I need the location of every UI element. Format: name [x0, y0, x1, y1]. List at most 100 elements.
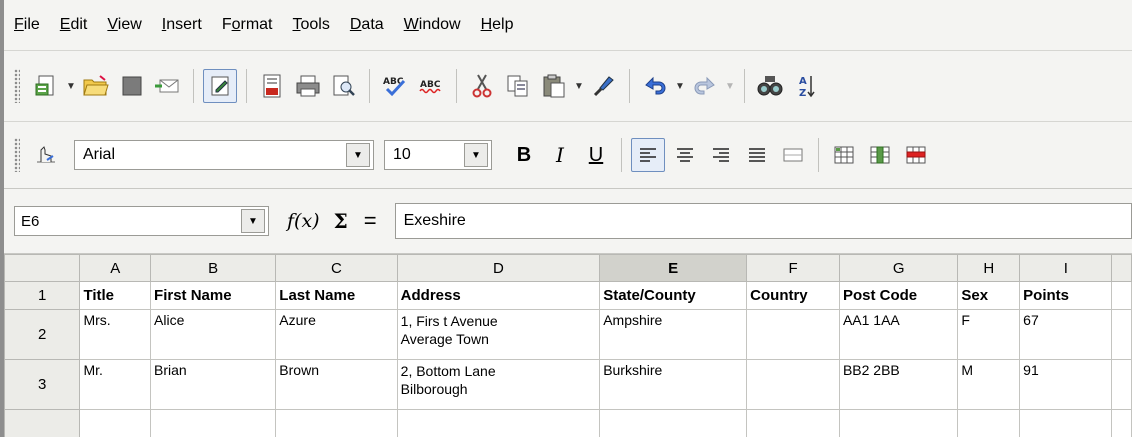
spellcheck-icon[interactable]: ABC: [379, 70, 411, 102]
menu-item[interactable]: Window: [394, 10, 471, 40]
page-preview-icon[interactable]: [328, 70, 360, 102]
italic-button[interactable]: I: [544, 139, 576, 171]
spreadsheet-grid[interactable]: ABCDEFGHI 1 Title First Name Last Name Addre…: [4, 254, 1132, 437]
cell[interactable]: Address: [396, 281, 601, 310]
autospellcheck-icon[interactable]: ABC: [415, 70, 447, 102]
cell[interactable]: 2, Bottom Lane Bilborough: [396, 359, 601, 410]
font-size-dropdown-icon[interactable]: ▼: [464, 143, 488, 167]
cell[interactable]: [1111, 359, 1132, 410]
cell[interactable]: [79, 409, 152, 437]
merge-cells-icon[interactable]: [777, 139, 809, 171]
cell[interactable]: Alice: [150, 309, 277, 360]
cell[interactable]: [746, 309, 840, 360]
cell[interactable]: [746, 359, 840, 410]
cell[interactable]: [1111, 309, 1132, 360]
column-header[interactable]: I: [1019, 254, 1113, 282]
menu-item[interactable]: Data: [340, 10, 394, 40]
sum-button[interactable]: Σ: [334, 209, 348, 233]
toolbar-grip[interactable]: [14, 69, 20, 103]
cell[interactable]: [746, 409, 840, 437]
paste-icon[interactable]: [538, 70, 570, 102]
new-dropdown-icon[interactable]: ▼: [64, 70, 78, 102]
copy-icon[interactable]: [502, 70, 534, 102]
menu-item[interactable]: Tools: [283, 10, 340, 40]
sort-ascending-icon[interactable]: AZ: [790, 70, 822, 102]
cell[interactable]: M: [957, 359, 1021, 410]
cell[interactable]: Azure: [275, 309, 398, 360]
cell[interactable]: BB2 2BB: [838, 359, 959, 410]
cell[interactable]: F: [957, 309, 1021, 360]
font-name-dropdown-icon[interactable]: ▼: [346, 143, 370, 167]
align-right-icon[interactable]: [705, 139, 737, 171]
column-header[interactable]: H: [957, 254, 1021, 282]
print-icon[interactable]: [292, 70, 324, 102]
font-size-combo[interactable]: 10 ▼: [384, 140, 492, 170]
navigator-binoculars-icon[interactable]: [754, 70, 786, 102]
row-header[interactable]: 1: [4, 281, 81, 310]
menu-item[interactable]: File: [4, 10, 50, 40]
cell[interactable]: Brown: [275, 359, 398, 410]
column-header[interactable]: A: [79, 254, 152, 282]
align-left-icon[interactable]: [631, 138, 665, 172]
cell[interactable]: [599, 409, 748, 437]
column-header[interactable]: G: [838, 254, 959, 282]
save-icon[interactable]: [116, 70, 148, 102]
cell[interactable]: Burkshire: [599, 359, 748, 410]
cell[interactable]: Mrs.: [79, 309, 152, 360]
menu-item[interactable]: View: [97, 10, 151, 40]
cell[interactable]: [1019, 409, 1113, 437]
column-header[interactable]: C: [275, 254, 398, 282]
menu-item[interactable]: Insert: [152, 10, 212, 40]
paste-dropdown-icon[interactable]: ▼: [572, 70, 586, 102]
column-header[interactable]: E: [599, 254, 748, 282]
column-header[interactable]: F: [746, 254, 840, 282]
cell[interactable]: [838, 409, 959, 437]
cell[interactable]: Last Name: [275, 281, 398, 310]
cell[interactable]: AA1 1AA: [838, 309, 959, 360]
toolbar-grip[interactable]: [14, 138, 20, 172]
new-document-icon[interactable]: [30, 70, 62, 102]
bold-button[interactable]: B: [508, 139, 540, 171]
cell[interactable]: [150, 409, 277, 437]
column-header[interactable]: D: [396, 254, 601, 282]
open-folder-icon[interactable]: [80, 70, 112, 102]
cell[interactable]: [1111, 281, 1132, 310]
cell[interactable]: Post Code: [838, 281, 959, 310]
row-header[interactable]: 2: [4, 309, 81, 360]
cell[interactable]: Ampshire: [599, 309, 748, 360]
redo-dropdown-icon[interactable]: ▼: [723, 70, 737, 102]
align-center-icon[interactable]: [669, 139, 701, 171]
name-box[interactable]: E6 ▼: [14, 206, 269, 236]
row-header[interactable]: 3: [4, 359, 81, 410]
insert-row-icon[interactable]: [900, 139, 932, 171]
menu-item[interactable]: Help: [471, 10, 524, 40]
menu-item[interactable]: Edit: [50, 10, 98, 40]
cell[interactable]: [275, 409, 398, 437]
cell[interactable]: Sex: [957, 281, 1021, 310]
select-all-corner[interactable]: [4, 254, 81, 282]
redo-icon[interactable]: [689, 70, 721, 102]
font-name-combo[interactable]: Arial ▼: [74, 140, 374, 170]
cell[interactable]: State/County: [599, 281, 748, 310]
insert-column-icon[interactable]: [864, 139, 896, 171]
cell[interactable]: Points: [1019, 281, 1113, 310]
cell[interactable]: [1111, 409, 1132, 437]
menu-item[interactable]: Format: [212, 10, 283, 40]
cell[interactable]: 67: [1019, 309, 1113, 360]
underline-button[interactable]: U: [580, 139, 612, 171]
cell[interactable]: Country: [746, 281, 840, 310]
edit-file-icon[interactable]: [203, 69, 237, 103]
cell[interactable]: Brian: [150, 359, 277, 410]
cell[interactable]: 91: [1019, 359, 1113, 410]
export-pdf-icon[interactable]: [256, 70, 288, 102]
column-header[interactable]: B: [150, 254, 277, 282]
number-format-icon[interactable]: [828, 139, 860, 171]
function-wizard-button[interactable]: f(x): [287, 210, 320, 232]
function-button[interactable]: =: [364, 208, 377, 234]
undo-icon[interactable]: [639, 70, 671, 102]
cell[interactable]: [957, 409, 1021, 437]
justify-icon[interactable]: [741, 139, 773, 171]
cell[interactable]: [396, 409, 601, 437]
row-header[interactable]: [4, 409, 81, 437]
email-icon[interactable]: [152, 70, 184, 102]
